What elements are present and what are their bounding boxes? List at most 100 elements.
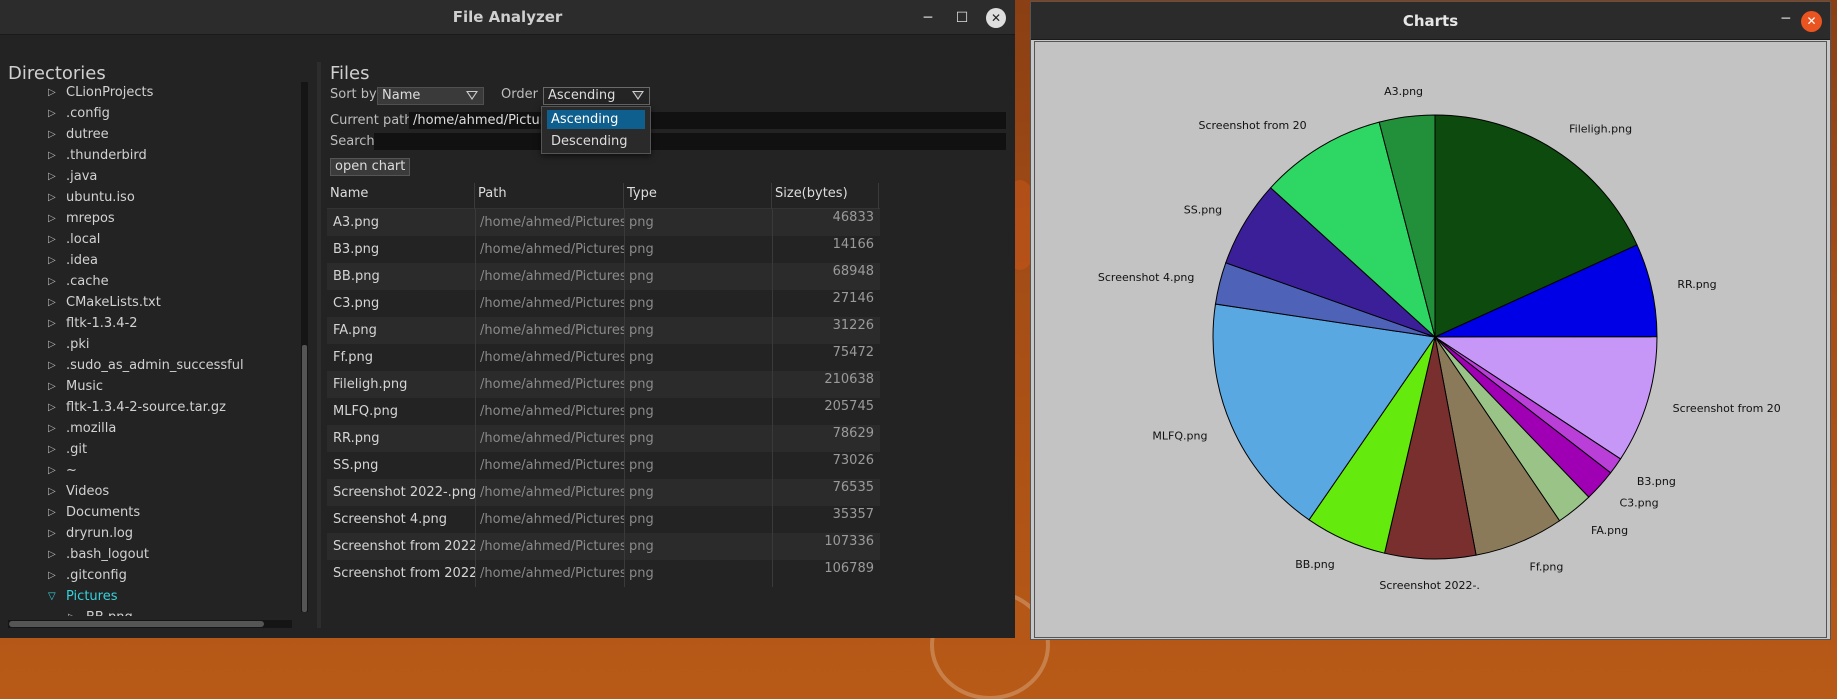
table-row[interactable]: Screenshot 2022-.png/home/ahmed/Pictures… <box>327 479 880 506</box>
tree-item[interactable]: ▷ .gitconfig <box>8 565 298 586</box>
charts-titlebar[interactable]: Charts ─ ✕ <box>1031 2 1830 40</box>
triangle-right-icon[interactable]: ▷ <box>48 523 60 544</box>
tree-item[interactable]: ▷ CLionProjects <box>8 82 298 103</box>
scrollbar-thumb[interactable] <box>9 621 264 627</box>
triangle-right-icon[interactable]: ▷ <box>48 481 60 502</box>
triangle-right-icon[interactable]: ▷ <box>48 376 60 397</box>
table-row[interactable]: Screenshot from 2022-12/home/ahmed/Pictu… <box>327 560 880 587</box>
tree-item[interactable]: ▷ CMakeLists.txt <box>8 292 298 313</box>
table-row[interactable]: FA.png/home/ahmed/Pictures/FApng31226 <box>327 317 880 344</box>
table-header: Name Path Type Size(bytes) <box>327 183 880 209</box>
tree-item[interactable]: ▷ .idea <box>8 250 298 271</box>
tree-item[interactable]: ▷ ubuntu.iso <box>8 187 298 208</box>
tree-item[interactable]: ▷ dryrun.log <box>8 523 298 544</box>
table-row[interactable]: Fileligh.png/home/ahmed/Pictures/Filpng2… <box>327 371 880 398</box>
table-row[interactable]: BB.png/home/ahmed/Pictures/BBpng68948 <box>327 263 880 290</box>
file-analyzer-titlebar[interactable]: File Analyzer ─ ☐ ✕ <box>0 0 1015 35</box>
table-row[interactable]: B3.png/home/ahmed/Pictures/B3png14166 <box>327 236 880 263</box>
triangle-right-icon[interactable]: ▷ <box>48 124 60 145</box>
close-button[interactable]: ✕ <box>1801 11 1822 32</box>
triangle-right-icon[interactable]: ▷ <box>68 607 80 616</box>
maximize-button[interactable]: ☐ <box>952 8 972 28</box>
tree-item[interactable]: ▽ Pictures <box>8 586 298 607</box>
close-button[interactable]: ✕ <box>986 8 1006 28</box>
column-header-path[interactable]: Path <box>475 183 624 209</box>
triangle-right-icon[interactable]: ▷ <box>48 271 60 292</box>
table-row[interactable]: RR.png/home/ahmed/Pictures/RRpng78629 <box>327 425 880 452</box>
tree-item[interactable]: ▷ Music <box>8 376 298 397</box>
tree-item[interactable]: ▷ .git <box>8 439 298 460</box>
panel-divider[interactable] <box>317 62 321 628</box>
order-option-descending[interactable]: Descending <box>547 132 645 151</box>
tree-vertical-scrollbar[interactable] <box>301 82 308 612</box>
table-row[interactable]: Screenshot 4.png/home/ahmed/Pictures/Scp… <box>327 506 880 533</box>
cell-size: 76535 <box>772 479 878 506</box>
files-table: Name Path Type Size(bytes) A3.png/home/a… <box>327 183 880 587</box>
pie-slice-label: B3.png <box>1637 475 1676 488</box>
tree-horizontal-scrollbar[interactable] <box>8 620 292 628</box>
tree-item-label: Music <box>66 379 103 394</box>
triangle-right-icon[interactable]: ▷ <box>48 544 60 565</box>
tree-item[interactable]: ▷ dutree <box>8 124 298 145</box>
tree-item-label: Documents <box>66 505 141 520</box>
triangle-right-icon[interactable]: ▷ <box>48 334 60 355</box>
triangle-right-icon[interactable]: ▷ <box>48 292 60 313</box>
triangle-right-icon[interactable]: ▷ <box>48 82 60 103</box>
triangle-right-icon[interactable]: ▷ <box>48 166 60 187</box>
current-path-field[interactable]: /home/ahmed/Pictures <box>409 112 1006 129</box>
tree-item[interactable]: ▷ .bash_logout <box>8 544 298 565</box>
table-row[interactable]: Ff.png/home/ahmed/Pictures/Ffpng75472 <box>327 344 880 371</box>
triangle-right-icon[interactable]: ▷ <box>48 460 60 481</box>
table-row[interactable]: C3.png/home/ahmed/Pictures/C3png27146 <box>327 290 880 317</box>
triangle-right-icon[interactable]: ▷ <box>48 313 60 334</box>
table-row[interactable]: A3.png/home/ahmed/Pictures/A3png46833 <box>327 209 880 236</box>
minimize-button[interactable]: ─ <box>918 8 938 28</box>
triangle-right-icon[interactable]: ▷ <box>48 565 60 586</box>
order-option-ascending[interactable]: Ascending <box>547 110 645 129</box>
table-row[interactable]: Screenshot from 2022-12/home/ahmed/Pictu… <box>327 533 880 560</box>
triangle-right-icon[interactable]: ▷ <box>48 103 60 124</box>
tree-item[interactable]: ▷ fltk-1.3.4-2 <box>8 313 298 334</box>
tree-item[interactable]: ▷ Documents <box>8 502 298 523</box>
tree-item[interactable]: ▷ .thunderbird <box>8 145 298 166</box>
open-chart-button[interactable]: open chart <box>330 158 411 176</box>
cell-name: Screenshot from 2022-12 <box>333 539 475 554</box>
tree-item[interactable]: ▷ .sudo_as_admin_successful <box>8 355 298 376</box>
minimize-button[interactable]: ─ <box>1782 11 1790 27</box>
triangle-right-icon[interactable]: ▷ <box>48 145 60 166</box>
tree-item[interactable]: ▷ .config <box>8 103 298 124</box>
search-input[interactable] <box>374 133 1006 150</box>
tree-item-label: fltk-1.3.4-2-source.tar.gz <box>66 400 226 415</box>
triangle-right-icon[interactable]: ▷ <box>48 355 60 376</box>
triangle-right-icon[interactable]: ▷ <box>48 229 60 250</box>
column-header-name[interactable]: Name <box>327 183 475 209</box>
triangle-down-icon[interactable]: ▽ <box>48 586 60 607</box>
tree-item[interactable]: ▷ ~ <box>8 460 298 481</box>
tree-item[interactable]: ▷ mrepos <box>8 208 298 229</box>
table-row[interactable]: MLFQ.png/home/ahmed/Pictures/Mpng205745 <box>327 398 880 425</box>
triangle-right-icon[interactable]: ▷ <box>48 418 60 439</box>
triangle-right-icon[interactable]: ▷ <box>48 397 60 418</box>
triangle-right-icon[interactable]: ▷ <box>48 187 60 208</box>
tree-item[interactable]: ▷ .cache <box>8 271 298 292</box>
table-row[interactable]: SS.png/home/ahmed/Pictures/SSpng73026 <box>327 452 880 479</box>
order-select[interactable]: Ascending <box>543 87 650 105</box>
scrollbar-thumb[interactable] <box>302 345 307 612</box>
sort-by-select[interactable]: Name <box>377 87 484 105</box>
triangle-right-icon[interactable]: ▷ <box>48 250 60 271</box>
files-title: Files <box>330 63 370 84</box>
tree-item[interactable]: ▷ .pki <box>8 334 298 355</box>
tree-item[interactable]: ▷ .mozilla <box>8 418 298 439</box>
tree-item[interactable]: ▷ .local <box>8 229 298 250</box>
tree-item[interactable]: ▷ .java <box>8 166 298 187</box>
cell-type: png <box>624 506 772 533</box>
column-header-type[interactable]: Type <box>624 183 772 209</box>
tree-item[interactable]: ▷ Videos <box>8 481 298 502</box>
column-header-size[interactable]: Size(bytes) <box>772 183 879 209</box>
triangle-right-icon[interactable]: ▷ <box>48 439 60 460</box>
tree-item[interactable]: ▷ BB.png <box>8 607 298 616</box>
triangle-right-icon[interactable]: ▷ <box>48 502 60 523</box>
tree-item[interactable]: ▷ fltk-1.3.4-2-source.tar.gz <box>8 397 298 418</box>
triangle-right-icon[interactable]: ▷ <box>48 208 60 229</box>
charts-window: Charts ─ ✕ Fileligh.png RR.png Screenshot … <box>1030 1 1831 640</box>
